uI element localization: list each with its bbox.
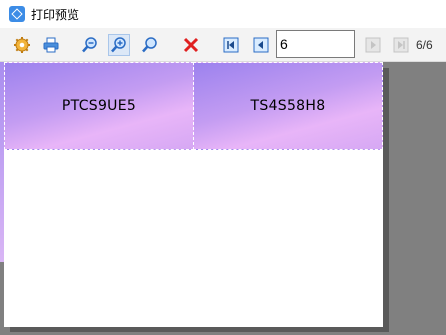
- next-page-button[interactable]: [362, 34, 384, 56]
- close-preview-button[interactable]: [180, 34, 202, 56]
- page-shadow: [10, 327, 389, 332]
- zoom-in-icon: [111, 37, 126, 53]
- zoom-out-button[interactable]: [79, 34, 101, 56]
- settings-button[interactable]: [11, 34, 33, 56]
- close-icon: [183, 37, 199, 53]
- zoom-in-button[interactable]: [108, 34, 130, 56]
- last-page-button[interactable]: [390, 34, 412, 56]
- preview-page: PTCS9UE5 TS4S58H8: [4, 62, 383, 327]
- next-page-icon: [365, 37, 381, 53]
- page-shadow: [383, 68, 389, 332]
- window-title: 打印预览: [31, 7, 80, 22]
- app-icon: [9, 6, 25, 22]
- print-button[interactable]: [40, 34, 62, 56]
- toolbar: 6/6: [0, 28, 446, 62]
- label-text: TS4S58H8: [250, 98, 326, 114]
- previous-page-button[interactable]: [250, 34, 272, 56]
- label-text: PTCS9UE5: [61, 98, 137, 114]
- zoom-fit-button[interactable]: [139, 34, 161, 56]
- previous-page-icon: [253, 37, 269, 53]
- gear-icon: [14, 37, 30, 53]
- first-page-icon: [223, 37, 239, 53]
- page-count: 6/6: [416, 38, 433, 52]
- first-page-button[interactable]: [220, 34, 242, 56]
- zoom-out-icon: [82, 37, 97, 53]
- magnifier-icon: [142, 37, 157, 53]
- page-number-input[interactable]: [276, 30, 355, 58]
- label-card: TS4S58H8: [193, 62, 383, 150]
- preview-area[interactable]: PTCS9UE5 TS4S58H8: [0, 62, 446, 335]
- last-page-icon: [393, 37, 409, 53]
- title-bar: 打印预览: [0, 0, 446, 28]
- label-card: PTCS9UE5: [4, 62, 194, 150]
- printer-icon: [43, 37, 59, 53]
